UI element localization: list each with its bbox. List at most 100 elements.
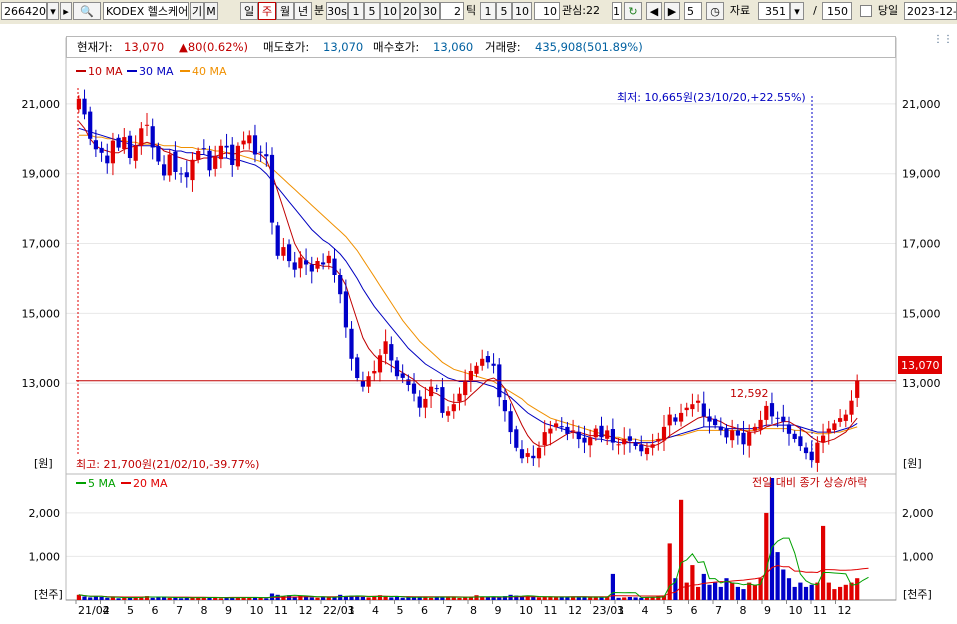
volume-bar: [752, 584, 757, 601]
volume-unit-right: [천주]: [903, 587, 932, 601]
candle-body: [542, 432, 547, 445]
candle-body: [150, 126, 155, 148]
candle-body: [349, 328, 354, 359]
x-tick-label: 8: [740, 604, 747, 617]
volume-bar: [821, 525, 826, 600]
candle-body: [832, 423, 837, 430]
x-tick-label: 3: [617, 604, 624, 617]
volume-bar: [179, 598, 184, 600]
x-tick-label: 11: [274, 604, 288, 617]
volume-bar: [360, 597, 365, 600]
settings-grip-icon[interactable]: ⋮⋮: [933, 34, 953, 45]
candle-body: [849, 400, 854, 415]
volume-bar: [247, 597, 252, 600]
volume-bar: [474, 595, 479, 600]
candle-body: [769, 403, 775, 417]
candle-body: [718, 426, 723, 431]
candle-body: [122, 137, 127, 149]
candle-body: [565, 426, 570, 434]
candle-body: [696, 400, 701, 403]
volume-bar: [116, 598, 121, 600]
volume-bar: [781, 569, 786, 600]
candle-body: [292, 262, 297, 270]
volume-bar: [394, 597, 400, 600]
volume-bar: [406, 597, 411, 600]
price-unit-right: [원]: [903, 457, 922, 470]
price-unit-left: [원]: [34, 457, 53, 470]
candle-body: [383, 341, 388, 354]
candle-body: [843, 414, 848, 421]
candle-body: [480, 358, 485, 366]
x-tick-label: 4: [642, 604, 649, 617]
volume-bar: [764, 512, 769, 600]
volume-tick-left: 1,000: [29, 550, 61, 563]
candle-body: [571, 430, 576, 432]
candle-body: [133, 145, 138, 161]
candle-body: [508, 411, 513, 433]
volume-tick-right: 1,000: [902, 550, 934, 563]
x-tick-label: 7: [715, 604, 722, 617]
candle-body: [622, 439, 627, 445]
volume-bar: [326, 597, 331, 600]
price-info-bar: 현재가: 13,070 ▲80(0.62%) 매도호가: 13,070 매수호가…: [66, 36, 896, 58]
volume-bar: [747, 582, 752, 600]
volume-bar: [497, 597, 502, 600]
volume-bar: [82, 596, 87, 600]
candle-body: [315, 261, 320, 269]
annotation-mid: 12,592: [730, 387, 769, 400]
volume-note: 전일 대비 종가 상승/하락: [752, 475, 867, 489]
candle-body: [196, 151, 201, 160]
candle-body: [173, 151, 178, 172]
price-tick-left: 13,000: [22, 377, 61, 390]
x-tick-label: 4: [372, 604, 379, 617]
candle-body: [724, 429, 729, 438]
candle-body: [224, 145, 229, 148]
price-tick-right: 17,000: [902, 238, 941, 251]
candle-body: [502, 400, 507, 412]
x-tick-label: 6: [152, 604, 159, 617]
x-tick-label: 7: [446, 604, 453, 617]
volume-bar: [684, 582, 689, 600]
candle-body: [627, 436, 632, 441]
x-tick-label: 3: [348, 604, 355, 617]
volume-bar: [366, 597, 371, 600]
volume-bar: [679, 499, 684, 600]
candle-body: [701, 403, 706, 417]
candle-body: [474, 365, 479, 374]
candle-body: [406, 379, 411, 385]
x-tick-label: 8: [470, 604, 477, 617]
candle-body: [99, 147, 104, 153]
candle-body: [463, 381, 468, 396]
x-tick-label: 5: [666, 604, 673, 617]
candle-body: [815, 442, 820, 463]
x-tick-label: 7: [176, 604, 183, 617]
candle-body: [582, 437, 587, 443]
candle-body: [252, 135, 258, 155]
volume-bar: [599, 597, 604, 600]
candle-body: [803, 447, 809, 454]
bid-value: 13,060: [433, 40, 474, 54]
candle-body: [690, 404, 695, 410]
x-tick-label: 12: [568, 604, 582, 617]
volume-tick-left: 2,000: [29, 507, 61, 520]
volume-bar: [110, 597, 115, 600]
candle-body: [366, 376, 371, 387]
x-tick-label: 10: [519, 604, 533, 617]
volume-bar: [309, 597, 314, 600]
candle-body: [661, 426, 667, 441]
volume-bar: [76, 594, 81, 600]
candle-body: [105, 155, 110, 164]
candle-body: [616, 444, 621, 446]
volume-bar: [622, 597, 627, 600]
candle-body: [110, 140, 115, 164]
volume-bar: [338, 594, 343, 600]
candle-body: [190, 159, 195, 181]
candle-body: [76, 98, 81, 110]
volume-bar: [633, 597, 638, 600]
volume-bar: [809, 584, 814, 601]
volume-bar: [826, 582, 831, 600]
candle-body: [116, 137, 121, 148]
candle-body: [798, 436, 803, 447]
candle-body: [88, 111, 93, 139]
candle-body: [326, 255, 331, 264]
